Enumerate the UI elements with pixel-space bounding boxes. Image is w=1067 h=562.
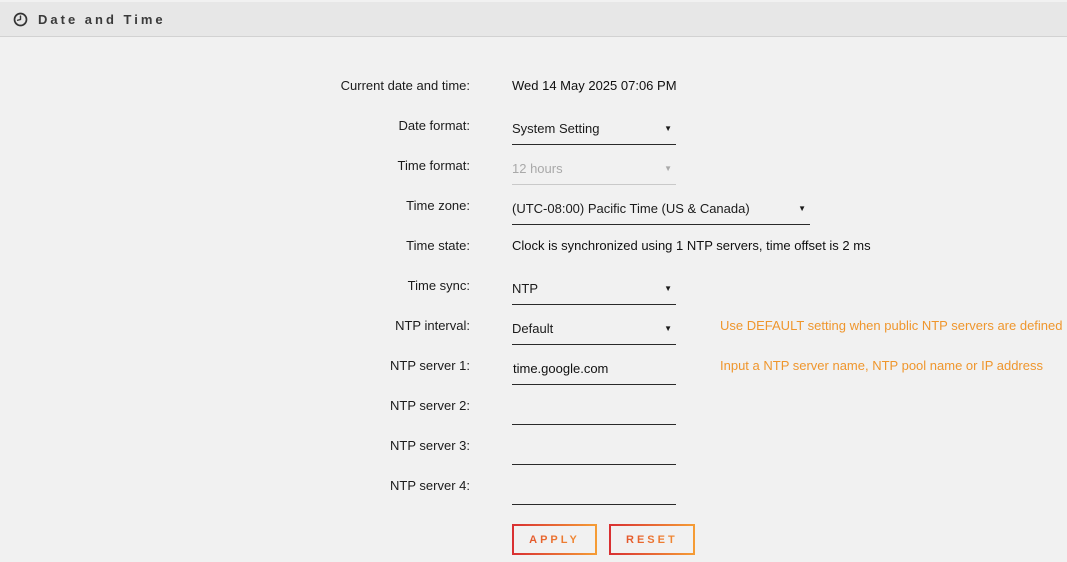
chevron-down-icon: ▼ (664, 124, 672, 133)
row-ntp-server-2: NTP server 2: (0, 385, 1067, 425)
ntp-server-1-input[interactable] (512, 355, 676, 385)
time-format-select: 12 hours ▼ (512, 155, 676, 185)
ntp-server-2-input[interactable] (512, 395, 676, 425)
page-header: Date and Time (0, 2, 1067, 37)
date-format-selected-value: System Setting (512, 121, 599, 136)
ntp-interval-selected-value: Default (512, 321, 553, 336)
current-datetime-label: Current date and time: (0, 78, 470, 93)
date-and-time-page: Date and Time Current date and time: Wed… (0, 0, 1067, 562)
time-sync-label: Time sync: (0, 278, 470, 293)
ntp-server-2-label: NTP server 2: (0, 398, 470, 413)
date-format-select[interactable]: System Setting ▼ (512, 115, 676, 145)
ntp-interval-select[interactable]: Default ▼ (512, 315, 676, 345)
chevron-down-icon: ▼ (664, 324, 672, 333)
row-ntp-interval: NTP interval: Default ▼ Use DEFAULT sett… (0, 305, 1067, 345)
page-title: Date and Time (38, 12, 166, 27)
ntp-interval-hint: Use DEFAULT setting when public NTP serv… (720, 318, 1063, 333)
chevron-down-icon: ▼ (664, 164, 672, 173)
chevron-down-icon: ▼ (664, 284, 672, 293)
reset-button[interactable]: RESET (609, 524, 695, 555)
ntp-interval-label: NTP interval: (0, 318, 470, 333)
time-format-label: Time format: (0, 158, 470, 173)
time-zone-selected-value: (UTC-08:00) Pacific Time (US & Canada) (512, 201, 750, 216)
row-ntp-server-1: NTP server 1: Input a NTP server name, N… (0, 345, 1067, 385)
apply-button[interactable]: APPLY (512, 524, 597, 555)
time-zone-label: Time zone: (0, 198, 470, 213)
clock-icon (13, 12, 28, 27)
row-time-state: Time state: Clock is synchronized using … (0, 225, 1067, 265)
ntp-server-3-label: NTP server 3: (0, 438, 470, 453)
ntp-server-1-hint: Input a NTP server name, NTP pool name o… (720, 358, 1043, 373)
time-state-label: Time state: (0, 238, 470, 253)
row-ntp-server-3: NTP server 3: (0, 425, 1067, 465)
time-sync-selected-value: NTP (512, 281, 538, 296)
form-actions: APPLY RESET (512, 524, 1067, 555)
ntp-server-4-input[interactable] (512, 475, 676, 505)
ntp-server-4-label: NTP server 4: (0, 478, 470, 493)
row-time-sync: Time sync: NTP ▼ (0, 265, 1067, 305)
row-ntp-server-4: NTP server 4: (0, 465, 1067, 505)
time-format-selected-value: 12 hours (512, 161, 563, 176)
row-current-datetime: Current date and time: Wed 14 May 2025 0… (0, 65, 1067, 105)
current-datetime-value: Wed 14 May 2025 07:06 PM (512, 78, 677, 93)
row-time-format: Time format: 12 hours ▼ (0, 145, 1067, 185)
time-zone-select[interactable]: (UTC-08:00) Pacific Time (US & Canada) ▼ (512, 195, 810, 225)
chevron-down-icon: ▼ (798, 204, 806, 213)
date-time-form: Current date and time: Wed 14 May 2025 0… (0, 38, 1067, 555)
row-date-format: Date format: System Setting ▼ (0, 105, 1067, 145)
time-state-value: Clock is synchronized using 1 NTP server… (512, 238, 871, 253)
ntp-server-1-label: NTP server 1: (0, 358, 470, 373)
date-format-label: Date format: (0, 118, 470, 133)
row-time-zone: Time zone: (UTC-08:00) Pacific Time (US … (0, 185, 1067, 225)
ntp-server-3-input[interactable] (512, 435, 676, 465)
time-sync-select[interactable]: NTP ▼ (512, 275, 676, 305)
